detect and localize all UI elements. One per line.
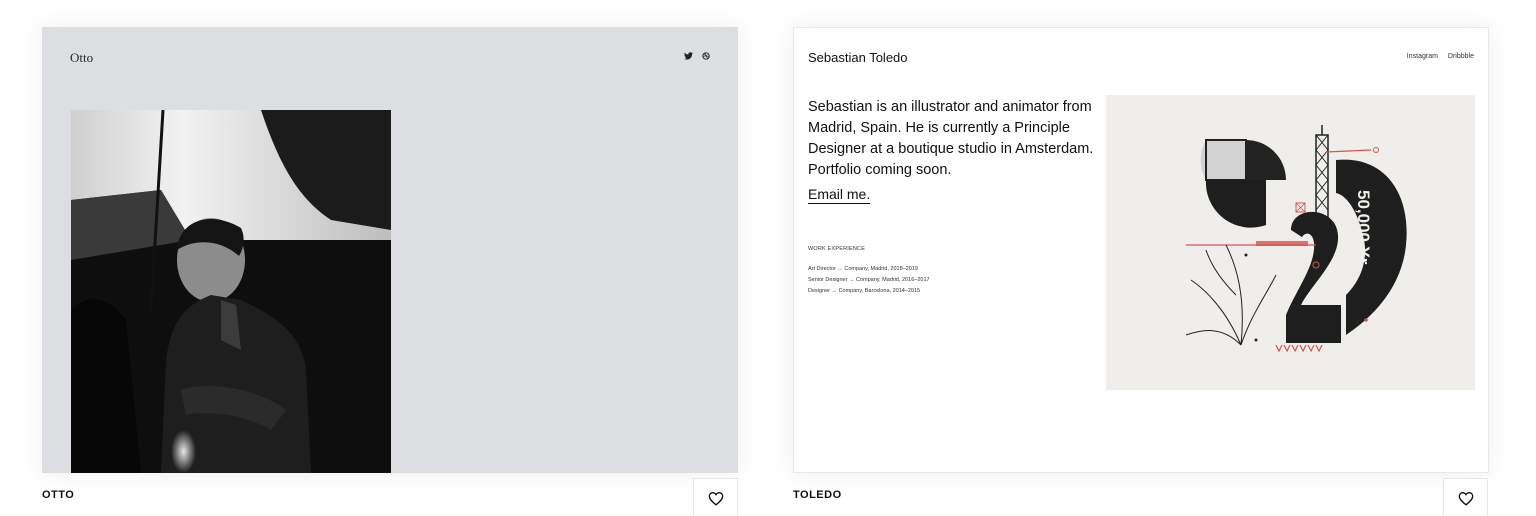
site-title: Sebastian Toledo	[808, 50, 908, 65]
list-item: Designer → Company, Barcelona, 2014–2015	[808, 288, 921, 294]
site-logo: Otto	[70, 50, 94, 65]
heart-icon	[708, 491, 724, 511]
artwork-image: 50,000 Yr.	[1106, 95, 1475, 390]
favorite-button[interactable]	[1443, 478, 1488, 516]
twitter-icon	[684, 52, 693, 60]
social-links	[684, 52, 710, 60]
portrait-photo	[71, 110, 391, 473]
dribbble-icon	[702, 52, 710, 60]
nav-item-instagram: Instagram	[1406, 53, 1438, 60]
site-nav: Instagram Dribbble	[1407, 53, 1474, 60]
template-name-toledo[interactable]: TOLEDO	[793, 489, 842, 501]
heart-icon	[1458, 491, 1474, 511]
list-item: Art Director → Company, Madrid, 2018–201…	[808, 266, 918, 272]
template-preview-toledo[interactable]: Sebastian Toledo Instagram Dribbble Seba…	[793, 27, 1489, 473]
email-link: Email me.	[808, 186, 871, 204]
portrait-illustration	[71, 110, 391, 473]
years-label: 50,000 Yr.	[1354, 190, 1373, 268]
work-experience-list: Art Director → Company, Madrid, 2018–201…	[808, 264, 930, 297]
poster-artwork: 50,000 Yr.	[1106, 95, 1475, 390]
template-preview-otto[interactable]: Otto	[42, 27, 738, 473]
work-experience-heading: WORK EXPERIENCE	[808, 246, 866, 252]
bio-text: Sebastian is an illustrator and animator…	[808, 99, 1094, 178]
list-item: Senior Designer → Company, Madrid, 2016–…	[808, 277, 930, 283]
template-name-otto[interactable]: OTTO	[42, 489, 74, 501]
nav-item-dribbble: Dribbble	[1447, 53, 1474, 60]
favorite-button[interactable]	[693, 478, 738, 516]
